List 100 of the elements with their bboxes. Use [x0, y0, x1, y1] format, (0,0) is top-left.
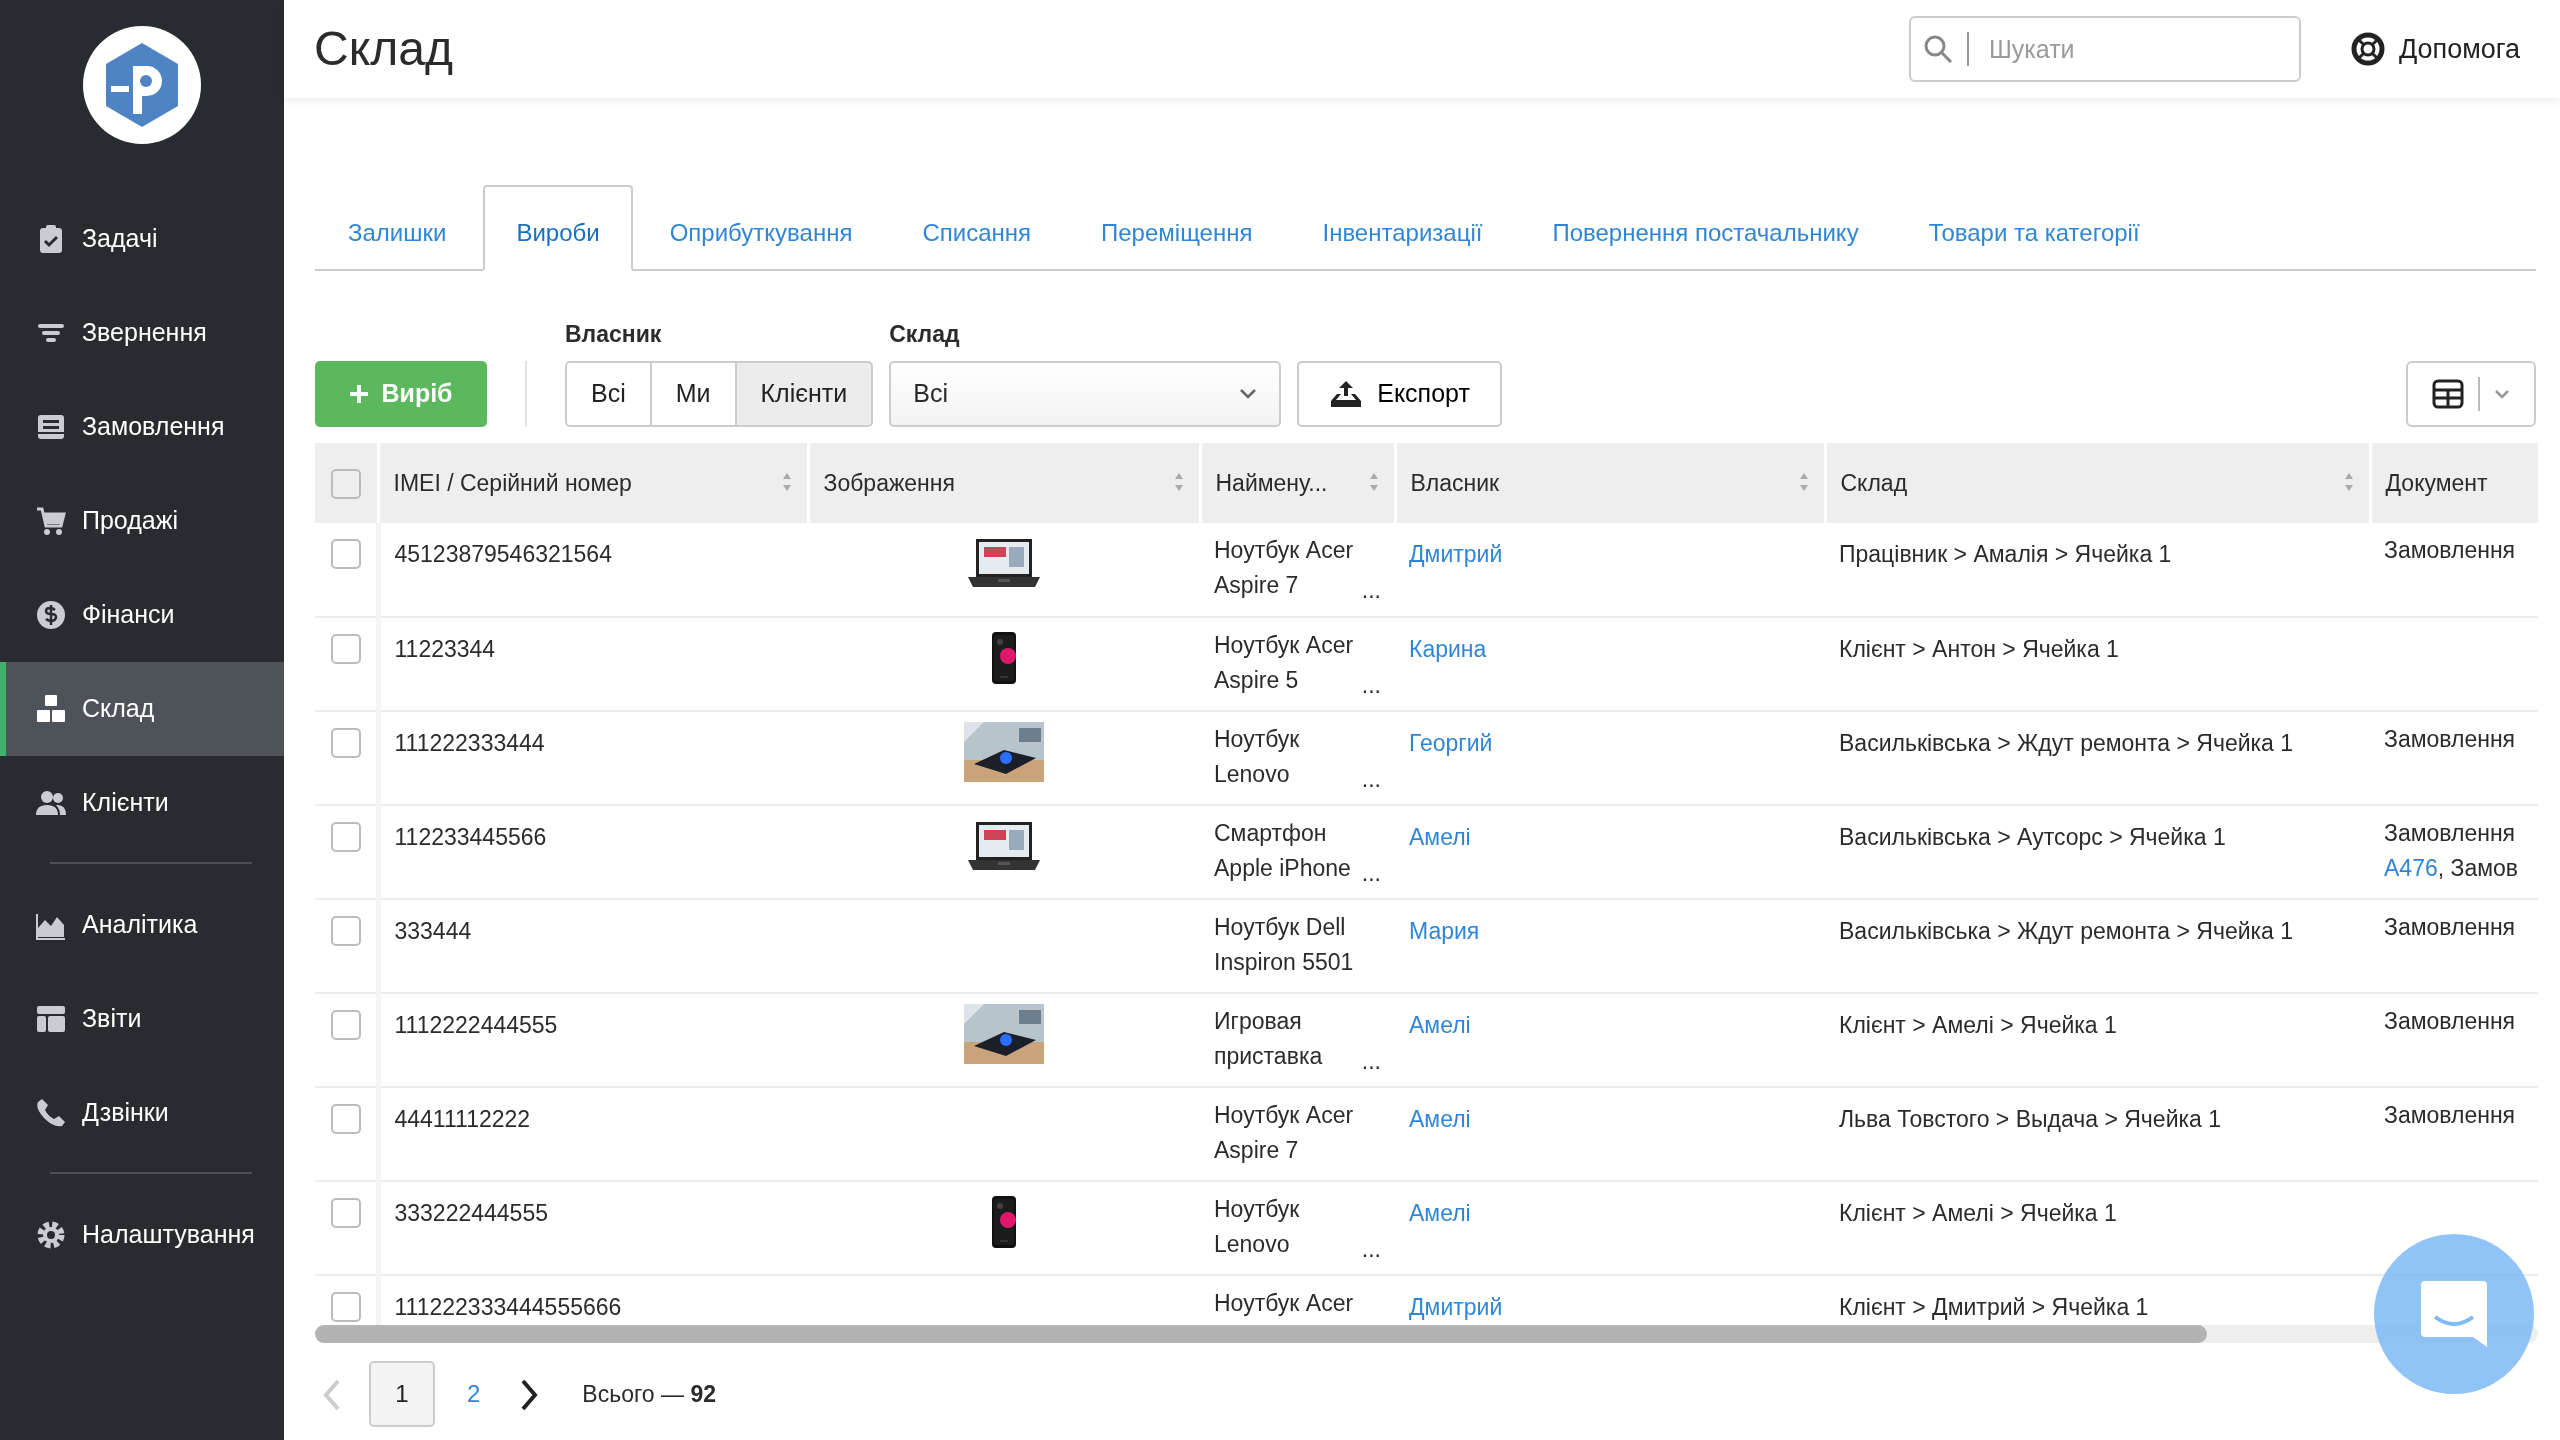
column-header[interactable]: Наймену...	[1215, 469, 1328, 496]
column-header[interactable]: Зображення	[823, 469, 955, 496]
search-field[interactable]: Шукати	[1908, 16, 2301, 82]
more-indicator[interactable]: ...	[1361, 766, 1381, 792]
dollar-icon	[36, 600, 66, 630]
total-count: Всього — 92	[582, 1379, 717, 1409]
column-header[interactable]: Склад	[1840, 469, 1908, 496]
sidebar-item[interactable]: Клієнти	[0, 756, 284, 850]
product-name: Ноутбук Acer Aspire 7	[1214, 536, 1355, 600]
sidebar-item[interactable]: Склад	[0, 662, 284, 756]
sidebar-item[interactable]: Дзвінки	[0, 1066, 284, 1160]
checkbox[interactable]	[331, 1292, 361, 1322]
search-icon	[1922, 34, 1953, 64]
tab[interactable]: Оприбуткування	[636, 193, 886, 271]
more-indicator[interactable]: ...	[1361, 1236, 1381, 1262]
sidebar-item[interactable]: Звернення	[0, 286, 284, 380]
product-name: Ноутбук Lenovo	[1214, 1195, 1301, 1259]
tab[interactable]: Списання	[889, 193, 1064, 271]
checkbox[interactable]	[331, 822, 361, 852]
boxes-icon	[36, 694, 66, 724]
tab[interactable]: Інвентаризації	[1289, 193, 1516, 271]
product-name: Ноутбук Acer Aspire 5	[1214, 631, 1355, 695]
checkbox[interactable]	[331, 539, 361, 569]
sidebar-item[interactable]: Замовлення	[0, 380, 284, 474]
warehouse-path: Працівник > Амалія > Ячейка 1	[1839, 541, 2172, 567]
document-text: Замовлення	[2384, 820, 2516, 846]
warehouse-path: Васильківська > Аутсорс > Ячейка 1	[1839, 824, 2226, 850]
serial-number: 45123879546321564	[394, 541, 612, 567]
horizontal-scrollbar[interactable]	[315, 1325, 2538, 1343]
product-name: Ноутбук Acer Aspire 7	[1214, 1101, 1355, 1165]
table-icon	[36, 1004, 66, 1034]
owner-link[interactable]: Амелі	[1409, 1106, 1471, 1132]
product-name: Смартфон Apple iPhone	[1214, 819, 1352, 883]
product-name: Ноутбук Lenovo	[1214, 725, 1301, 789]
tab[interactable]: Товари та категорії	[1895, 193, 2173, 271]
page-button[interactable]: 2	[455, 1361, 493, 1427]
sidebar-item[interactable]: Звіти	[0, 972, 284, 1066]
table-icon	[2432, 379, 2464, 409]
tab[interactable]: Залишки	[315, 193, 480, 271]
warehouse-path: Клієнт > Антон > Ячейка 1	[1839, 636, 2119, 662]
owner-link[interactable]: Георгий	[1409, 730, 1493, 756]
warehouse-select[interactable]: Всі	[889, 361, 1282, 427]
document-text: Замовлення	[2384, 726, 2516, 752]
owner-link[interactable]: Амелі	[1409, 1200, 1471, 1226]
segment-button[interactable]: Клієнти	[734, 361, 874, 427]
owner-link[interactable]: Мария	[1409, 918, 1480, 944]
warehouse-path: Льва Товстого > Выдача > Ячейка 1	[1839, 1106, 2221, 1132]
segment-button[interactable]: Ми	[649, 361, 737, 427]
owner-link[interactable]: Дмитрий	[1409, 541, 1503, 567]
checkbox[interactable]	[331, 634, 361, 664]
tab[interactable]: Переміщення	[1068, 193, 1286, 271]
page-button[interactable]: 1	[369, 1361, 435, 1427]
serial-number: 333222444555	[394, 1200, 548, 1226]
segment-button[interactable]: Всі	[565, 361, 652, 427]
checkbox[interactable]	[331, 728, 361, 758]
product-name: Ноутбук Dell Inspiron 5501	[1214, 913, 1355, 977]
document-link[interactable]: A476	[2384, 855, 2438, 881]
owner-link[interactable]: Амелі	[1409, 1012, 1471, 1038]
chevron-down-icon	[2494, 389, 2510, 399]
serial-number: 11223344	[394, 636, 496, 662]
serial-number: 1112222444555	[394, 1012, 558, 1038]
view-toggle-button[interactable]	[2406, 361, 2536, 427]
upload-icon	[1329, 379, 1364, 409]
tab[interactable]: Вироби	[483, 185, 633, 271]
more-indicator[interactable]: ...	[1361, 577, 1381, 603]
checkbox[interactable]	[331, 1104, 361, 1134]
sidebar-item[interactable]: Налаштування	[0, 1188, 284, 1282]
serial-number: 112233445566	[394, 824, 547, 850]
users-icon	[36, 788, 66, 818]
sidebar-item[interactable]: Задачі	[0, 192, 284, 286]
owner-link[interactable]: Дмитрий	[1409, 1294, 1503, 1320]
owner-link[interactable]: Карина	[1409, 636, 1487, 662]
help-link[interactable]: Допомога	[2350, 28, 2520, 70]
checkbox[interactable]	[331, 916, 361, 946]
document-text: Замовлення	[2384, 914, 2516, 940]
serial-number: 111222333444	[394, 730, 545, 756]
chevron-down-icon	[1239, 388, 1258, 400]
document-text: Замовлення	[2384, 537, 2516, 563]
document-text: , Замов	[2437, 855, 2518, 881]
warehouse-path: Васильківська > Ждут ремонта > Ячейка 1	[1839, 730, 2294, 756]
tab[interactable]: Повернення постачальнику	[1519, 193, 1892, 271]
sidebar-item[interactable]: Продажі	[0, 474, 284, 568]
checkbox[interactable]	[331, 1198, 361, 1228]
more-indicator[interactable]: ...	[1361, 1048, 1381, 1074]
checkbox[interactable]	[331, 469, 361, 499]
export-button[interactable]: Експорт	[1297, 361, 1502, 427]
more-indicator[interactable]: ...	[1361, 860, 1381, 886]
sidebar-item[interactable]: Фінанси	[0, 568, 284, 662]
field-label: Склад	[889, 319, 961, 349]
column-header[interactable]: Власник	[1410, 469, 1500, 496]
column-header[interactable]: IMEI / Серійний номер	[393, 469, 632, 496]
field-label: Власник	[565, 319, 663, 349]
warehouse-path: Клієнт > Амелі > Ячейка 1	[1839, 1200, 2117, 1226]
more-indicator[interactable]: ...	[1361, 672, 1381, 698]
sidebar-item[interactable]: Аналітика	[0, 878, 284, 972]
gear-icon	[36, 1220, 66, 1250]
page-title: Склад	[314, 21, 454, 78]
cart-icon	[36, 506, 66, 536]
owner-link[interactable]: Амелі	[1409, 824, 1471, 850]
checkbox[interactable]	[331, 1010, 361, 1040]
